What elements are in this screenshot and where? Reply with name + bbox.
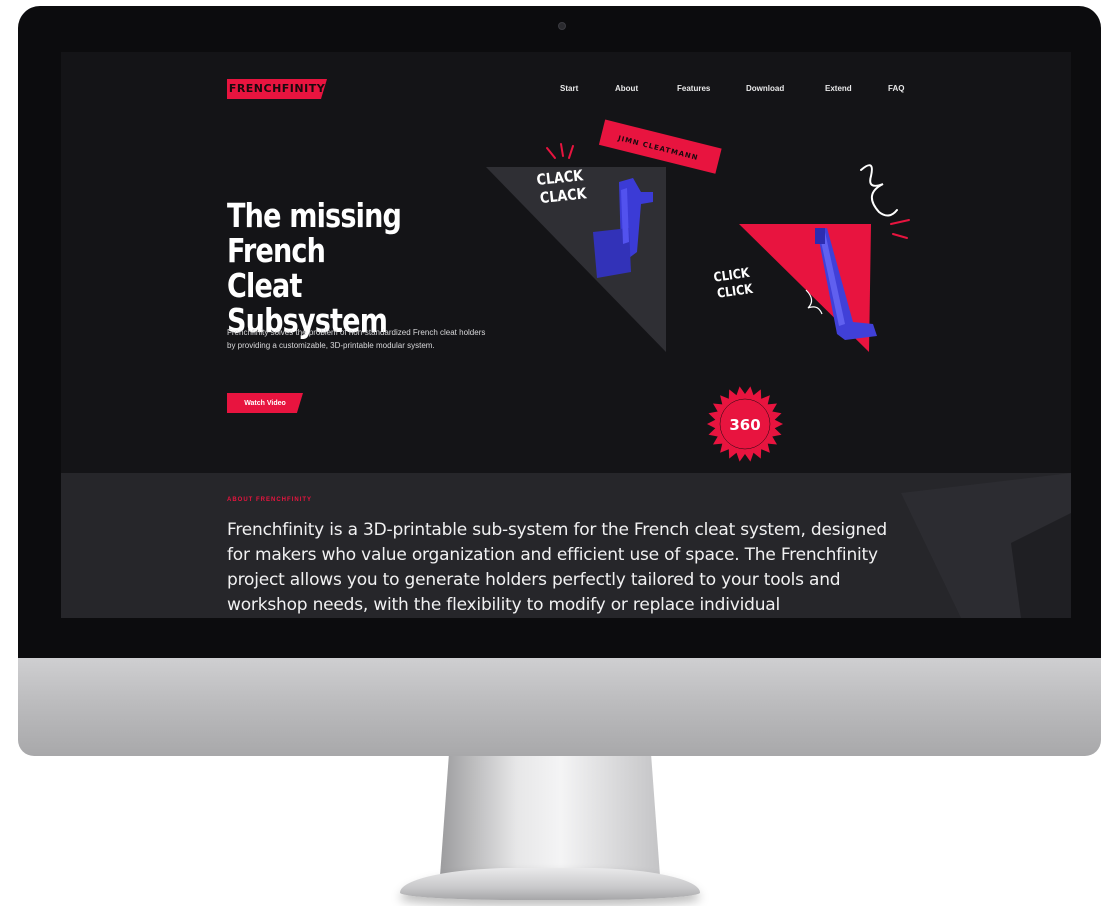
nav-item-extend[interactable]: Extend: [825, 84, 852, 93]
monitor-chin: [18, 658, 1101, 756]
nav-item-download[interactable]: Download: [746, 84, 784, 93]
nav-item-about[interactable]: About: [615, 84, 638, 93]
hero-description: Frenchfinity solves the problem of non-s…: [227, 328, 486, 350]
camera-icon: [558, 22, 566, 30]
about-text: Frenchfinity is a 3D-printable sub-syste…: [227, 520, 887, 615]
monitor-stand: [440, 756, 660, 876]
monitor-frame: FRENCHFINITY Start About Features Downlo…: [18, 6, 1101, 756]
website-screen: FRENCHFINITY Start About Features Downlo…: [61, 52, 1071, 618]
hero-title-line: French Cleat: [227, 231, 326, 305]
nav-item-features[interactable]: Features: [677, 84, 710, 93]
main-nav: Start About Features Download Extend FAQ: [61, 84, 1071, 98]
nav-item-start[interactable]: Start: [560, 84, 578, 93]
clack-burst-icon: [546, 143, 574, 159]
hero-section: FRENCHFINITY Start About Features Downlo…: [61, 52, 1071, 473]
watch-video-button[interactable]: Watch Video: [227, 393, 303, 413]
name-tag-shape: JIMN CLEATMANN: [598, 119, 722, 174]
monitor-foot: [400, 868, 700, 900]
hero-illustration: CLACK CLACK JIMN CLEATMANN CLICK CLICK 3…: [486, 119, 910, 462]
monitor-bezel: FRENCHFINITY Start About Features Downlo…: [18, 6, 1101, 658]
about-eyebrow: ABOUT FRENCHFINITY: [227, 497, 312, 503]
click-text: CLICK: [716, 281, 754, 301]
hero-title: The missing French Cleat Subsystem: [227, 198, 407, 338]
hero-title-line: The missing: [227, 196, 402, 235]
spark-lines-icon: [890, 219, 910, 239]
nav-item-faq[interactable]: FAQ: [888, 84, 904, 93]
badge-360-icon: 360: [707, 386, 783, 462]
squiggle-icon: [860, 164, 898, 217]
badge-360-text: 360: [729, 416, 760, 434]
about-section: ABOUT FRENCHFINITY Frenchfinity is a 3D-…: [61, 473, 1071, 618]
